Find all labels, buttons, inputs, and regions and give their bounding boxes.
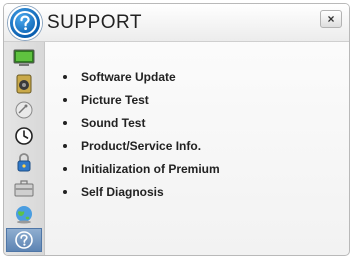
- bullet: [63, 75, 67, 79]
- sidebar-item-time[interactable]: [6, 124, 42, 148]
- category-sidebar: [4, 42, 45, 255]
- question-circle-icon: [8, 6, 42, 40]
- bullet: [63, 121, 67, 125]
- lock-icon: [17, 153, 31, 172]
- menu-item-self-diagnosis[interactable]: Self Diagnosis: [63, 185, 164, 199]
- toolbox-icon: [14, 180, 34, 197]
- menu-item-label: Initialization of Premium: [81, 162, 220, 176]
- menu-item-product-service-info[interactable]: Product/Service Info.: [63, 139, 201, 153]
- sidebar-item-audio[interactable]: [6, 72, 42, 96]
- window-title: SUPPORT: [47, 12, 143, 33]
- sidebar-item-support[interactable]: [6, 228, 42, 252]
- menu-item-label: Product/Service Info.: [81, 139, 202, 153]
- menu-item-label: Software Update: [81, 70, 176, 84]
- menu-item-sound-test[interactable]: Sound Test: [63, 116, 145, 130]
- sidebar-item-picture[interactable]: [6, 46, 42, 70]
- sidebar-item-network[interactable]: [6, 202, 42, 226]
- question-circle-icon: [15, 231, 33, 249]
- menu-item-label: Sound Test: [81, 116, 146, 130]
- menu-item-initialization-of-premium[interactable]: Initialization of Premium: [63, 162, 220, 176]
- menu-item-label: Self Diagnosis: [81, 185, 164, 199]
- bullet: [63, 98, 67, 102]
- sidebar-item-lock[interactable]: [6, 150, 42, 174]
- monitor-icon: [13, 49, 35, 66]
- bullet: [63, 190, 67, 194]
- sidebar-item-channel[interactable]: [6, 98, 42, 122]
- bullet: [63, 167, 67, 171]
- clock-icon: [15, 127, 33, 145]
- menu-item-label: Picture Test: [81, 93, 149, 107]
- support-window: SUPPORT × Software Update Picture Test S…: [3, 3, 350, 256]
- support-menu-panel: Software Update Picture Test Sound Test …: [46, 42, 349, 255]
- window-header: SUPPORT ×: [4, 4, 349, 42]
- menu-item-software-update[interactable]: Software Update: [63, 70, 176, 84]
- globe-icon: [16, 206, 32, 224]
- sidebar-item-option[interactable]: [6, 176, 42, 200]
- speaker-icon: [16, 74, 32, 94]
- bullet: [63, 144, 67, 148]
- menu-item-picture-test[interactable]: Picture Test: [63, 93, 149, 107]
- satellite-dish-icon: [15, 101, 33, 119]
- close-button[interactable]: ×: [320, 10, 342, 28]
